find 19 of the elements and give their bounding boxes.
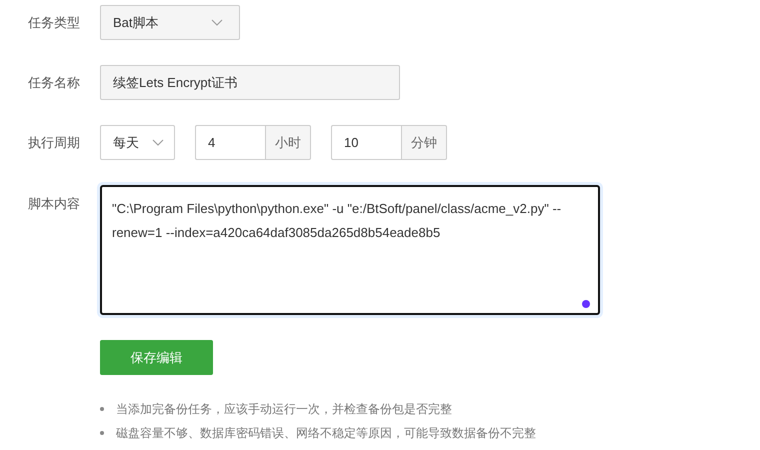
minutes-field[interactable]: 10 xyxy=(331,125,401,160)
field-label: 脚本内容 xyxy=(28,195,81,213)
script-field[interactable]: "C:\Program Files\python\python.exe" -u "e:/BtSoft/panel/class/acme_v2.py" --renew=1 --index=a420ca64daf3085da265d8b54eade8b5 xyxy=(100,185,600,315)
caret-icon xyxy=(211,19,223,26)
unit-label: 分钟 xyxy=(401,125,447,160)
caret-icon xyxy=(152,139,164,146)
task-type-dropdown[interactable]: Bat脚本 xyxy=(100,5,240,40)
field-label: 执行周期 xyxy=(28,134,81,152)
status-dot-icon xyxy=(582,300,590,308)
field-label: 任务类型 xyxy=(28,14,81,32)
hours-field[interactable]: 4 xyxy=(195,125,265,160)
bullet-icon xyxy=(100,431,104,435)
tip-text: 磁盘容量不够、数据库密码错误、网络不稳定等原因，可能导致数据备份不完整 xyxy=(116,424,536,442)
field-label: 任务名称 xyxy=(28,74,81,92)
tip-text: 当添加完备份任务，应该手动运行一次，并检查备份包是否完整 xyxy=(116,400,452,418)
bullet-icon xyxy=(100,407,104,411)
task-name-field[interactable]: 续签Lets Encrypt证书 xyxy=(100,65,400,100)
period-dropdown[interactable]: 每天 xyxy=(100,125,175,160)
unit-label: 小时 xyxy=(265,125,311,160)
